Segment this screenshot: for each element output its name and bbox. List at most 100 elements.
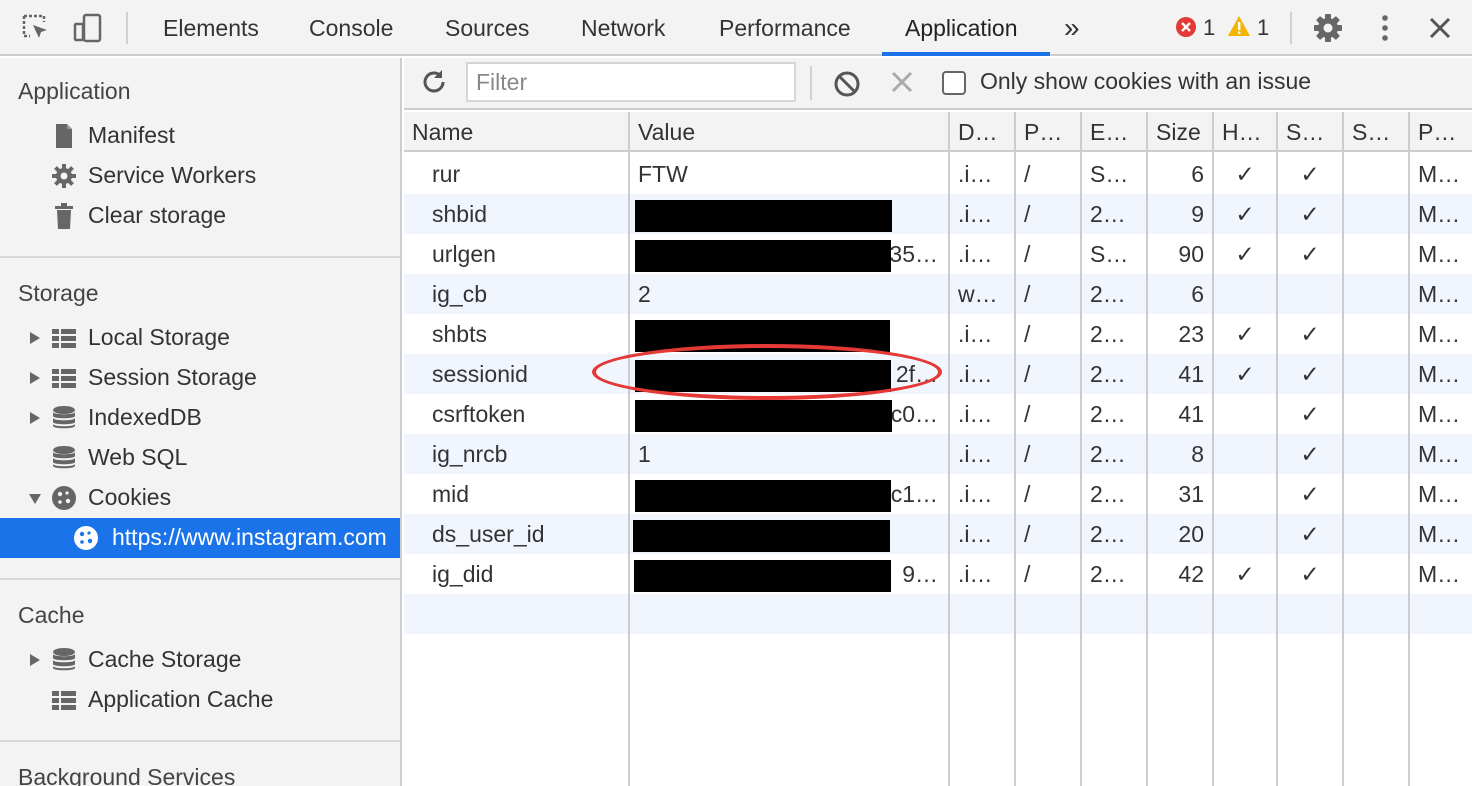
cell-samesite (1344, 154, 1408, 194)
expand-arrow-icon[interactable] (28, 370, 42, 386)
cell-samesite (1344, 274, 1408, 314)
sidebar-item-session-storage[interactable]: Session Storage (0, 358, 400, 398)
column-header-httponly[interactable]: H… (1214, 112, 1276, 152)
cell-httponly: ✓ (1235, 241, 1255, 267)
table-row[interactable]: ig_cb 2 w… / 2… 6 M… (404, 274, 1472, 314)
filter-input[interactable] (466, 62, 796, 102)
column-header-size[interactable]: Size (1148, 112, 1212, 152)
column-header-secure[interactable]: S… (1278, 112, 1342, 152)
column-header-value[interactable]: Value (630, 112, 948, 152)
error-icon[interactable] (1175, 16, 1197, 38)
cell-size: 31 (1178, 481, 1204, 507)
table-row[interactable]: urlgen 35… .i… / S… 90 ✓ ✓ M… (404, 234, 1472, 274)
cell-priority: M… (1418, 441, 1461, 467)
section-divider (0, 740, 400, 742)
column-header-expires[interactable]: E… (1082, 112, 1146, 152)
cell-name: ig_did (432, 561, 494, 587)
cell-domain: .i… (958, 521, 993, 547)
tab-performance[interactable]: Performance (719, 0, 851, 56)
cell-priority: M… (1418, 161, 1461, 187)
cell-domain: .i… (958, 401, 993, 427)
sidebar-item-cookies[interactable]: Cookies (0, 478, 400, 518)
toolbar-divider (126, 12, 128, 44)
column-header-samesite[interactable]: S… (1344, 112, 1408, 152)
sidebar-item-label: Application Cache (88, 686, 274, 712)
expand-arrow-icon[interactable] (28, 330, 42, 346)
section-title-application: Application (18, 78, 131, 104)
collapse-arrow-icon[interactable] (28, 490, 42, 506)
cell-expires: 2… (1090, 361, 1126, 387)
cell-size: 9 (1191, 201, 1204, 227)
cell-secure: ✓ (1300, 561, 1320, 587)
table-row[interactable]: ds_user_id .i… / 2… 20 ✓ M… (404, 514, 1472, 554)
sidebar-item-manifest[interactable]: Manifest (0, 116, 400, 156)
table-row[interactable]: ig_did 9… .i…/2… 42 ✓ ✓ M… (404, 554, 1472, 594)
cell-secure: ✓ (1300, 361, 1320, 387)
cell-domain: .i… (958, 561, 993, 587)
close-icon[interactable] (1424, 12, 1456, 44)
column-header-priority[interactable]: P… (1410, 112, 1472, 152)
table-row[interactable]: mid c1… .i…/2… 31 ✓ M… (404, 474, 1472, 514)
more-options-icon[interactable] (1369, 12, 1401, 44)
cell-secure: ✓ (1300, 321, 1320, 347)
expand-arrow-icon[interactable] (28, 410, 42, 426)
cell-path: / (1024, 241, 1031, 267)
table-row[interactable]: shbid .i… / 2… 9 ✓ ✓ M… (404, 194, 1472, 234)
inspect-element-icon[interactable] (20, 12, 52, 44)
column-header-domain[interactable]: D… (950, 112, 1014, 152)
table-row[interactable]: csrftoken c0… .i…/2… 41 ✓ M… (404, 394, 1472, 434)
sidebar-item-application-cache[interactable]: Application Cache (0, 680, 400, 720)
sidebar-item-clear-storage[interactable]: Clear storage (0, 196, 400, 236)
only-issues-checkbox[interactable] (942, 71, 966, 95)
warning-icon[interactable] (1227, 15, 1251, 37)
gear-icon[interactable] (1312, 12, 1344, 44)
cookies-toolbar: Only show cookies with an issue (404, 58, 1472, 110)
device-toolbar-icon[interactable] (72, 12, 104, 44)
table-row[interactable]: shbts .i… / 2… 23 ✓ ✓ M… (404, 314, 1472, 354)
column-divider (1342, 112, 1344, 786)
table-row[interactable]: ig_nrcb 1 .i… / 2… 8 ✓ M… (404, 434, 1472, 474)
cell-name: ig_cb (432, 281, 487, 307)
sidebar-item-label: Web SQL (88, 444, 188, 470)
cell-domain: .i… (958, 321, 993, 347)
cell-expires: 2… (1090, 561, 1126, 587)
cell-path: / (1024, 361, 1031, 387)
active-tab-indicator (882, 52, 1050, 56)
cell-httponly: ✓ (1235, 201, 1255, 227)
sidebar-item-web-sql[interactable]: Web SQL (0, 438, 400, 478)
application-sidebar: Application Manifest Service Workers Cle… (0, 58, 402, 786)
sidebar-item-local-storage[interactable]: Local Storage (0, 318, 400, 358)
sidebar-item-label: Service Workers (88, 162, 257, 188)
sidebar-item-cookie-origin[interactable]: https://www.instagram.com (0, 518, 400, 558)
column-header-name[interactable]: Name (404, 112, 628, 152)
tab-console[interactable]: Console (309, 0, 393, 56)
tab-network[interactable]: Network (581, 0, 665, 56)
cell-name: rur (432, 161, 461, 187)
cell-domain: w… (958, 281, 998, 307)
expand-arrow-icon[interactable] (28, 652, 42, 668)
sidebar-item-label: Cache Storage (88, 646, 242, 672)
grid-icon (52, 691, 76, 710)
cell-secure: ✓ (1300, 481, 1320, 507)
sidebar-item-service-workers[interactable]: Service Workers (0, 156, 400, 196)
sidebar-item-indexeddb[interactable]: IndexedDB (0, 398, 400, 438)
delete-selected-icon[interactable] (890, 70, 914, 94)
cell-name: ds_user_id (432, 521, 545, 547)
refresh-icon[interactable] (420, 68, 448, 96)
warning-count[interactable]: 1 (1257, 14, 1269, 42)
column-header-path[interactable]: P… (1016, 112, 1080, 152)
cell-expires: S… (1090, 241, 1129, 267)
sidebar-item-cache-storage[interactable]: Cache Storage (0, 640, 400, 680)
cell-name: mid (432, 481, 470, 507)
cell-secure: ✓ (1300, 201, 1320, 227)
tab-elements[interactable]: Elements (163, 0, 259, 56)
cell-priority: M… (1418, 361, 1461, 387)
database-icon (53, 446, 75, 469)
tab-application[interactable]: Application (905, 0, 1018, 56)
column-divider (1014, 112, 1016, 786)
table-row[interactable]: rur FTW .i… / S… 6 ✓ ✓ M… (404, 154, 1472, 194)
tab-sources[interactable]: Sources (445, 0, 529, 56)
error-count[interactable]: 1 (1203, 14, 1215, 42)
more-tabs-button[interactable]: » (1064, 0, 1080, 56)
clear-all-icon[interactable] (832, 69, 862, 99)
